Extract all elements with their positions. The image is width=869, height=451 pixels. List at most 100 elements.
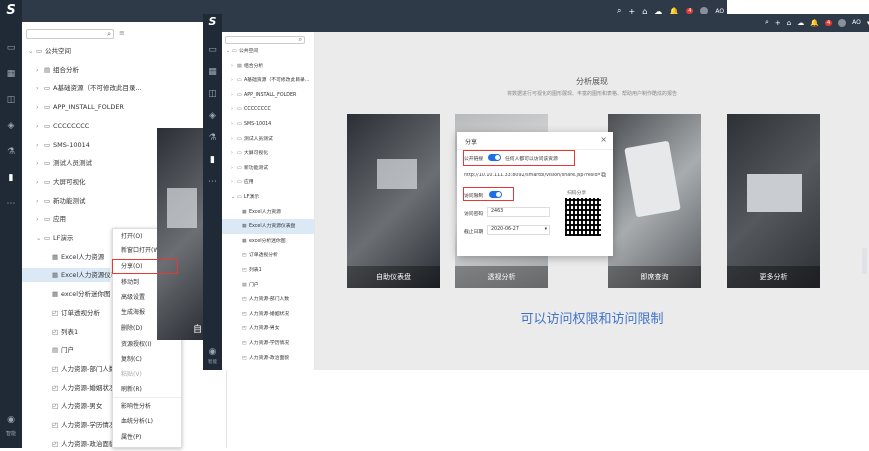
collapse-icon[interactable]: ≡ bbox=[119, 29, 125, 37]
context-menu-item[interactable]: 刷新(R) bbox=[121, 385, 142, 395]
tree-item[interactable]: › ▭ APP_INSTALL_FOLDER bbox=[36, 100, 124, 114]
tree-item[interactable]: › ▭ 应用 bbox=[231, 175, 254, 190]
tree-item[interactable]: ◰ 人力资源-婚姻状况 bbox=[236, 307, 289, 322]
tree-item[interactable]: › ▭ SMS-10014 bbox=[231, 117, 271, 132]
chevron-down-icon[interactable]: ⌄ bbox=[28, 44, 36, 58]
search-icon[interactable]: ⌕ bbox=[765, 18, 769, 27]
tree-item[interactable]: ◰ 人力资源-婚姻状况 bbox=[44, 381, 115, 395]
flask-icon[interactable]: ⚗ bbox=[0, 144, 22, 160]
grid-icon[interactable]: ▦ bbox=[203, 64, 222, 80]
context-menu-item[interactable]: 删除(D) bbox=[121, 324, 142, 334]
bar-chart-icon[interactable]: ▮ bbox=[0, 170, 22, 186]
tree-item[interactable]: ▤ 门户 bbox=[236, 278, 259, 293]
search-icon[interactable]: ⌕ bbox=[299, 36, 302, 44]
tree-item[interactable]: › ▭ 大屏可视化 bbox=[231, 146, 268, 161]
cube-icon[interactable]: ◫ bbox=[0, 92, 22, 108]
close-icon[interactable]: × bbox=[600, 135, 607, 144]
tree-item[interactable]: ▦ Excel人力资源 bbox=[236, 205, 281, 220]
tree-item[interactable]: ◰ 人力资源-学历情况 bbox=[44, 418, 115, 432]
tree-item[interactable]: ◰ 人力资源-政治面貌 bbox=[236, 351, 289, 366]
context-menu-item[interactable]: 复制(C) bbox=[121, 355, 142, 365]
chevron-right-icon[interactable]: › bbox=[36, 138, 44, 152]
grid-icon[interactable]: ▦ bbox=[0, 66, 22, 82]
tree-item[interactable]: › ▭ 大屏可视化 bbox=[36, 175, 86, 189]
shield-icon[interactable]: ◈ bbox=[0, 118, 22, 134]
tree-item[interactable]: ⌄ ▭ LF演示 bbox=[36, 231, 73, 245]
chevron-right-icon[interactable]: › bbox=[36, 175, 44, 189]
flask-icon[interactable]: ⚗ bbox=[203, 130, 222, 146]
tree-item[interactable]: ◰ 人力资源-政治面貌 bbox=[44, 437, 115, 451]
context-menu-item[interactable]: 影响性分析 bbox=[121, 402, 151, 412]
bar-chart-icon[interactable]: ▮ bbox=[203, 152, 222, 168]
cloud-icon[interactable]: ☁ bbox=[797, 19, 804, 27]
bell-icon[interactable]: 🔔 bbox=[810, 19, 819, 27]
chevron-right-icon[interactable]: › bbox=[36, 156, 44, 170]
tree-item[interactable]: ◰ 订单透视分析 bbox=[236, 248, 278, 263]
tree-item[interactable]: ▦ excel分析迷你图 bbox=[44, 287, 111, 301]
chevron-right-icon[interactable]: › bbox=[36, 194, 44, 208]
tree-item[interactable]: › ▭ A基础资源（不可修改此目录... bbox=[36, 81, 142, 95]
context-menu-item[interactable]: 血统分析(L) bbox=[121, 417, 153, 427]
chevron-right-icon[interactable]: › bbox=[36, 100, 44, 114]
search-icon[interactable]: ⌕ bbox=[107, 30, 111, 39]
tree-item[interactable]: ◰ 人力资源-部门人数 bbox=[44, 362, 115, 376]
tree-item[interactable]: › ▭ 应用 bbox=[36, 212, 66, 226]
cube-icon[interactable]: ◫ bbox=[203, 86, 222, 102]
tree-item[interactable]: ⌄ ▭ 公共空间 bbox=[28, 44, 71, 58]
shield-icon[interactable]: ◈ bbox=[203, 108, 222, 124]
context-menu-item[interactable]: 生成海报 bbox=[121, 308, 145, 318]
context-menu-item[interactable]: 移动到 bbox=[121, 278, 139, 288]
context-menu-item[interactable]: 打开(O) bbox=[121, 232, 142, 242]
help-icon[interactable]: ◉ bbox=[203, 344, 222, 360]
tree-search-input[interactable]: ⌕ bbox=[26, 29, 114, 39]
context-menu-item[interactable]: 属性(P) bbox=[121, 433, 141, 443]
tree-item[interactable]: ▦ Excel人力资源 bbox=[44, 250, 104, 264]
more-icon[interactable]: ⋯ bbox=[0, 196, 22, 212]
tree-item[interactable]: › ▭ 新功能测试 bbox=[36, 194, 86, 208]
user-name[interactable]: AO bbox=[852, 19, 861, 26]
tree-item[interactable]: › ▭ APP_INSTALL_FOLDER bbox=[231, 88, 296, 103]
help-icon[interactable]: ◉ bbox=[0, 412, 22, 428]
card-more-analysis[interactable]: 更多分析 bbox=[727, 114, 820, 288]
tree-search-input[interactable]: ⌕ bbox=[225, 36, 305, 44]
tree-item[interactable]: ◰ 列表1 bbox=[236, 263, 262, 278]
share-url[interactable]: http://10.10.111.33:8092/smartbi/vision/… bbox=[464, 173, 600, 178]
tree-item[interactable]: ◰ 人力资源-男女 bbox=[236, 321, 280, 336]
tree-item[interactable]: ▦ Excel人力资源仪表盘 bbox=[222, 219, 314, 235]
tree-item[interactable]: ▦ Excel人力资源仪表盘 bbox=[22, 268, 124, 283]
tree-item[interactable]: › ▭ A基础资源（不可修改此目录... bbox=[231, 73, 309, 88]
tree-item[interactable]: ◰ 人力资源-部门人数 bbox=[236, 292, 289, 307]
tree-item[interactable]: ▤ 门户 bbox=[44, 343, 74, 357]
avatar[interactable] bbox=[838, 18, 847, 27]
add-icon[interactable]: + bbox=[775, 19, 781, 27]
context-menu-item[interactable]: 高级设置 bbox=[121, 293, 145, 303]
tree-item[interactable]: › ▭ SMS-10014 bbox=[36, 138, 90, 152]
card-adhoc-query[interactable]: 即席查询 bbox=[608, 114, 701, 288]
expiry-date-select[interactable]: 2020-06-27 ▾ bbox=[487, 225, 550, 235]
tree-item[interactable]: ◰ 列表1 bbox=[44, 325, 78, 339]
tree-item[interactable]: › ▭ 新功能测试 bbox=[231, 161, 268, 176]
chevron-right-icon[interactable]: › bbox=[36, 212, 44, 226]
tree-item[interactable]: ⌄ ▭ LF演示 bbox=[231, 190, 259, 205]
tree-item[interactable]: › ▭ 测试人员测试 bbox=[36, 156, 92, 170]
tree-item[interactable]: ◰ 订单透视分析 bbox=[44, 306, 100, 320]
tree-item[interactable]: ◰ 人力资源-男女 bbox=[44, 399, 102, 413]
monitor-icon[interactable]: ▭ bbox=[203, 42, 222, 58]
access-password-input[interactable]: 2463 bbox=[487, 207, 550, 217]
more-icon[interactable]: ⋯ bbox=[203, 174, 222, 190]
card-self-dashboard[interactable]: 自助仪表盘 bbox=[347, 114, 440, 288]
chevron-right-icon[interactable]: › bbox=[36, 63, 44, 77]
tree-item[interactable]: › ▭ 测试人员测试 bbox=[231, 132, 273, 147]
monitor-icon[interactable]: ▭ bbox=[0, 40, 22, 56]
context-menu-item[interactable]: 粘贴(V) bbox=[121, 370, 142, 380]
context-menu-item[interactable]: 新窗口打开(W) bbox=[121, 246, 162, 256]
chevron-down-icon[interactable]: ▾ bbox=[545, 226, 547, 234]
chevron-right-icon[interactable]: › bbox=[36, 81, 44, 95]
copy-icon[interactable]: ⧉ bbox=[601, 171, 606, 180]
tree-item[interactable]: ◰ 人力资源-学历情况 bbox=[236, 336, 289, 351]
scrollbar-thumb[interactable] bbox=[862, 248, 867, 274]
tree-item[interactable]: › ▭ CCCCCCCC bbox=[36, 119, 89, 133]
tree-item[interactable]: › ▭ CCCCCCCC bbox=[231, 102, 271, 117]
home-icon[interactable]: ⌂ bbox=[787, 19, 791, 27]
tree-item[interactable]: ▦ excel分析迷你图 bbox=[236, 234, 286, 249]
